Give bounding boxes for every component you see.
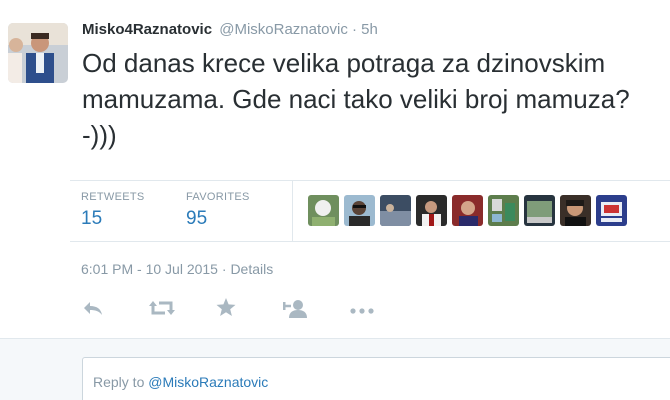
favoriter-avatar[interactable] <box>560 195 591 226</box>
stats-vertical-divider <box>292 181 293 241</box>
tweet-text: Od danas krece velika potraga za dzinovs… <box>82 48 630 150</box>
follow-button[interactable] <box>283 298 350 322</box>
follow-icon <box>283 298 309 323</box>
reply-input[interactable]: Reply to @MiskoRaznatovic <box>82 357 670 400</box>
favorite-icon <box>216 298 236 322</box>
author-handle[interactable]: @MiskoRaznatovic <box>219 21 348 38</box>
reply-button[interactable] <box>82 298 149 322</box>
more-button[interactable] <box>350 298 417 322</box>
reply-icon <box>82 299 104 322</box>
retweets-count: 15 <box>81 208 103 229</box>
stats-divider-top <box>70 180 670 181</box>
author-avatar[interactable] <box>8 23 68 83</box>
stats-divider-bottom <box>70 241 670 242</box>
tweet-datetime: 6:01 PM - 10 Jul 2015 <box>81 261 218 277</box>
meta-separator: · <box>221 261 227 277</box>
header-separator: · <box>352 21 357 38</box>
retweet-button[interactable] <box>149 298 216 322</box>
retweets-label: RETWEETS <box>81 191 145 203</box>
favoriter-avatar[interactable] <box>308 195 339 226</box>
favoriter-avatar[interactable] <box>344 195 375 226</box>
retweets-stat[interactable]: RETWEETS 15 <box>81 191 145 230</box>
retweet-icon <box>149 299 175 322</box>
favoriter-avatar[interactable] <box>596 195 627 226</box>
favoriter-avatar[interactable] <box>416 195 447 226</box>
favorites-stat[interactable]: FAVORITES 95 <box>186 191 250 230</box>
author-fullname[interactable]: Misko4Raznatovic <box>82 21 212 38</box>
reply-prefix: Reply to <box>93 374 149 390</box>
tweet-timestamp[interactable]: 5h <box>361 21 378 38</box>
favorites-count: 95 <box>186 208 208 229</box>
tweet-meta: 6:01 PM - 10 Jul 2015 · Details <box>81 261 273 277</box>
favoriter-avatar[interactable] <box>524 195 555 226</box>
favorites-label: FAVORITES <box>186 191 250 203</box>
more-icon <box>350 301 374 319</box>
favoriter-avatar[interactable] <box>452 195 483 226</box>
reply-mention: @MiskoRaznatovic <box>148 374 269 390</box>
favoriters-avatar-row <box>308 195 627 226</box>
favoriter-avatar[interactable] <box>380 195 411 226</box>
details-link[interactable]: Details <box>230 261 273 277</box>
favoriter-avatar[interactable] <box>488 195 519 226</box>
favorite-button[interactable] <box>216 298 283 322</box>
tweet-header: Misko4Raznatovic @MiskoRaznatovic · 5h <box>82 21 378 38</box>
tweet-actions <box>82 298 417 322</box>
reply-placeholder: Reply to @MiskoRaznatovic <box>93 374 268 390</box>
